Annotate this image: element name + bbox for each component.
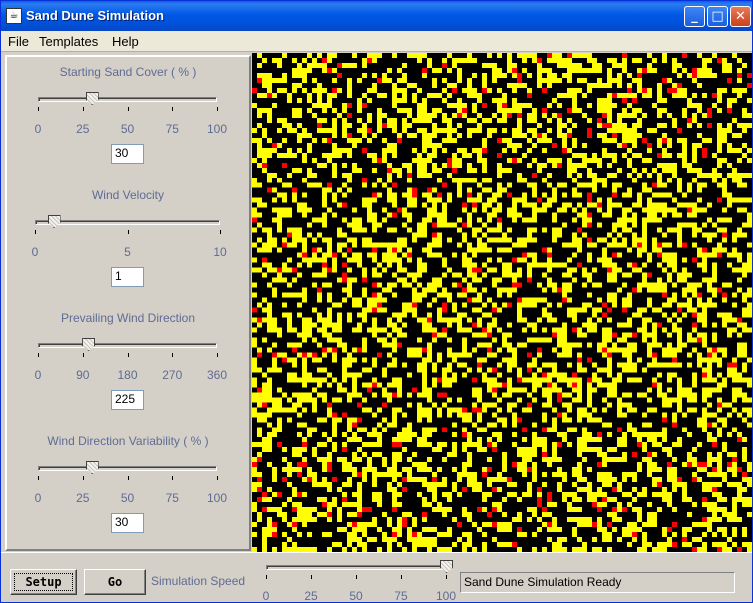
slider-tick-label: 50 xyxy=(120,122,135,136)
slider-tick xyxy=(82,353,84,357)
slider-tick-label: 75 xyxy=(165,122,179,136)
sand-cover-value-field[interactable]: 30 xyxy=(111,144,144,164)
slider-tick xyxy=(127,107,129,111)
java-cup-icon[interactable]: ☕ xyxy=(6,8,22,24)
speed-tick-label: 50 xyxy=(349,589,363,603)
slider-tick-label: 270 xyxy=(162,368,183,382)
slider-tick xyxy=(38,353,39,357)
slider-tick xyxy=(127,353,129,357)
application-window: ☕ Sand Dune Simulation _ □ ✕ File Templa… xyxy=(0,0,753,603)
slider-tick-label: 360 xyxy=(206,368,228,382)
close-button[interactable]: ✕ xyxy=(730,6,751,27)
menu-file[interactable]: File xyxy=(8,34,29,49)
slider-tick xyxy=(311,575,312,579)
speed-slider-track[interactable] xyxy=(266,565,446,570)
status-field: Sand Dune Simulation Ready xyxy=(460,572,735,593)
title-bar[interactable]: ☕ Sand Dune Simulation _ □ ✕ xyxy=(1,1,752,31)
slider-tick-label: 100 xyxy=(206,491,228,505)
slider-tick xyxy=(172,107,174,111)
menu-help[interactable]: Help xyxy=(112,34,139,49)
slider-tick xyxy=(266,575,267,579)
speed-tick-label: 25 xyxy=(304,589,318,603)
slider-tick xyxy=(38,476,39,480)
wind-velocity-value-field[interactable]: 1 xyxy=(111,267,144,287)
slider-tick xyxy=(172,476,174,480)
wind-velocity-slider[interactable] xyxy=(35,220,220,225)
sand-cover-group: Starting Sand Cover ( % ) 0 25 50 75 100 30 xyxy=(7,65,249,175)
slider-tick xyxy=(220,230,221,234)
slider-tick xyxy=(127,230,129,234)
slider-tick-label: 50 xyxy=(120,491,135,505)
speed-tick-label: 0 xyxy=(262,589,270,603)
slider-tick xyxy=(446,575,447,579)
wind-direction-title: Prevailing Wind Direction xyxy=(60,311,196,325)
slider-tick-label: 0 xyxy=(34,122,42,136)
wind-variability-title: Wind Direction Variability ( % ) xyxy=(47,434,209,448)
slider-tick-label: 0 xyxy=(34,491,42,505)
wind-variability-group: Wind Direction Variability ( % ) 0 25 50 75 1… xyxy=(7,434,249,544)
sand-grid-svg xyxy=(252,53,752,552)
setup-button[interactable]: Setup xyxy=(10,569,77,595)
slider-tick-label: 0 xyxy=(34,368,42,382)
sand-cover-slider[interactable] xyxy=(38,97,217,102)
wind-variability-slider[interactable] xyxy=(38,466,217,471)
wind-velocity-slider-thumb[interactable] xyxy=(47,215,61,228)
simulation-speed-label: Simulation Speed xyxy=(151,574,246,588)
slider-tick-label: 90 xyxy=(76,368,90,382)
slider-tick-label: 10 xyxy=(213,245,227,259)
slider-tick-label: 100 xyxy=(206,122,228,136)
slider-tick xyxy=(127,476,129,480)
slider-tick xyxy=(38,107,39,111)
speed-tick-label: 75 xyxy=(394,589,408,603)
slider-tick-label: 0 xyxy=(31,245,39,259)
slider-tick-label: 180 xyxy=(117,368,138,382)
wind-variability-slider-thumb[interactable] xyxy=(85,461,99,474)
speed-slider-thumb[interactable] xyxy=(440,560,453,573)
sand-cover-title: Starting Sand Cover ( % ) xyxy=(59,65,197,79)
window-title: Sand Dune Simulation xyxy=(26,8,164,23)
wind-velocity-title: Wind Velocity xyxy=(91,188,165,202)
slider-tick xyxy=(217,476,218,480)
wind-direction-slider-thumb[interactable] xyxy=(82,338,96,351)
go-button[interactable]: Go xyxy=(84,569,146,595)
slider-tick-label: 75 xyxy=(165,491,179,505)
slider-tick xyxy=(401,575,402,579)
simulation-grid[interactable] xyxy=(252,53,752,552)
minimize-button[interactable]: _ xyxy=(684,6,705,27)
slider-tick-label: 5 xyxy=(124,245,131,259)
wind-velocity-group: Wind Velocity 0 5 10 1 xyxy=(7,188,249,298)
slider-tick xyxy=(217,353,218,357)
sand-cover-slider-thumb[interactable] xyxy=(85,92,99,105)
slider-tick xyxy=(356,575,357,579)
wind-direction-slider[interactable] xyxy=(38,343,217,348)
control-bar: Setup Go Simulation Speed 0 25 50 75 100 San… xyxy=(1,552,752,603)
menu-bar: File Templates Help xyxy=(1,31,752,52)
parameter-panel: Starting Sand Cover ( % ) 0 25 50 75 100 30 Win… xyxy=(5,55,251,551)
slider-tick-label: 25 xyxy=(76,491,90,505)
slider-tick xyxy=(35,230,36,234)
slider-tick xyxy=(172,353,174,357)
maximize-button[interactable]: □ xyxy=(707,6,728,27)
slider-tick xyxy=(217,107,218,111)
slider-tick xyxy=(82,107,84,111)
menu-templates[interactable]: Templates xyxy=(39,34,98,49)
slider-tick xyxy=(82,476,84,480)
wind-variability-value-field[interactable]: 30 xyxy=(111,513,144,533)
speed-tick-label: 100 xyxy=(435,589,457,603)
wind-direction-group: Prevailing Wind Direction 0 90 180 270 360 225 xyxy=(7,311,249,421)
wind-direction-value-field[interactable]: 225 xyxy=(111,390,144,410)
simulation-speed-slider[interactable]: 0 25 50 75 100 xyxy=(259,553,459,603)
slider-tick-label: 25 xyxy=(76,122,90,136)
